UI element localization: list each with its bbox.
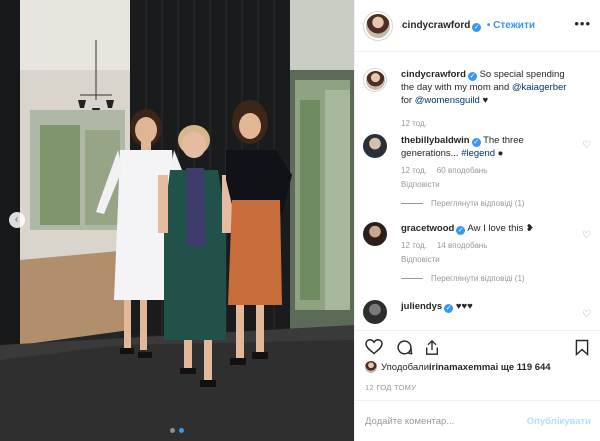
verified-badge-icon: ✓ bbox=[467, 72, 477, 81]
comment-meta: 12 тод. 60 вподобань Відповісти bbox=[401, 164, 571, 191]
mention-womensguild[interactable]: @womensguild bbox=[415, 95, 480, 106]
caption-text-3: ♥ bbox=[479, 95, 489, 106]
comments-list: cindycrawford ✓ So special spending the d… bbox=[355, 62, 600, 330]
likes-prefix: Уподобали bbox=[381, 361, 430, 373]
add-comment-bar: Опублікувати bbox=[355, 400, 600, 441]
bookmark-icon bbox=[575, 339, 589, 356]
comment-avatar[interactable] bbox=[363, 222, 387, 246]
comment-author[interactable]: thebillybaldwin bbox=[401, 135, 470, 146]
carousel-dots bbox=[0, 428, 354, 433]
follow-button[interactable]: • Стежити bbox=[487, 20, 535, 31]
comment-item: gracetwood ✓ Aw I love this ❥ 12 тод. 14 в… bbox=[363, 222, 595, 285]
author-avatar[interactable] bbox=[366, 13, 390, 38]
chevron-left-icon: ‹ bbox=[14, 214, 19, 225]
view-replies-button[interactable]: Переглянути відповіді (1) bbox=[401, 197, 571, 210]
caption: cindycrawford ✓ So special spending the d… bbox=[363, 68, 595, 130]
post-photo: ‹ bbox=[0, 0, 354, 441]
post-side-panel: cindycrawford ✓ • Стежити ••• cindycrawfo… bbox=[354, 0, 600, 441]
share-icon bbox=[426, 339, 438, 355]
view-replies-label: Переглянути відповіді (1) bbox=[431, 199, 525, 208]
comment-item: juliendys ✓ ♥♥♥ ♡ bbox=[363, 300, 595, 324]
comment-body: thebillybaldwin ✓ The three generations..… bbox=[401, 134, 571, 210]
liker-username[interactable]: irinamaxemma bbox=[429, 362, 496, 373]
reply-button[interactable]: Відповісти bbox=[401, 178, 561, 191]
caption-text-2: for bbox=[401, 95, 415, 106]
post-actions bbox=[355, 330, 600, 360]
hashtag-legend[interactable]: #legend bbox=[461, 148, 495, 159]
comment-likes[interactable]: 60 вподобань bbox=[437, 166, 488, 175]
view-replies-button[interactable]: Переглянути відповіді (1) bbox=[401, 272, 571, 285]
comment-button[interactable] bbox=[393, 336, 415, 358]
more-icon[interactable]: ••• bbox=[574, 16, 591, 31]
caption-meta: 12 тод. bbox=[401, 117, 571, 130]
caption-author[interactable]: cindycrawford bbox=[401, 69, 466, 80]
liker-avatar[interactable] bbox=[365, 361, 377, 373]
verified-badge-icon: ✓ bbox=[456, 226, 466, 235]
comment-text: Aw I love this bbox=[465, 223, 526, 234]
verified-badge-icon: ✓ bbox=[471, 138, 481, 147]
posted-time[interactable]: 12 ГОД ТОМУ bbox=[365, 383, 416, 392]
comment-item: thebillybaldwin ✓ The three generations..… bbox=[363, 134, 595, 210]
save-button[interactable] bbox=[571, 336, 593, 358]
photo-illustration bbox=[0, 0, 354, 441]
heart-icon bbox=[365, 339, 383, 355]
comment-input[interactable] bbox=[365, 415, 527, 427]
comment-icon bbox=[396, 339, 412, 355]
carousel-dot bbox=[170, 428, 175, 433]
comment-meta: 12 тод. 14 вподобань Відповісти bbox=[401, 239, 571, 266]
comment-avatar[interactable] bbox=[363, 300, 387, 324]
author-avatar-ring[interactable] bbox=[363, 10, 393, 41]
verified-badge-icon: ✓ bbox=[472, 22, 482, 32]
comment-like-heart-icon[interactable]: ♡ bbox=[582, 309, 591, 320]
share-button[interactable] bbox=[421, 336, 443, 358]
caption-avatar[interactable] bbox=[363, 68, 387, 92]
comment-author[interactable]: juliendys bbox=[401, 301, 442, 312]
carousel-dot-active bbox=[179, 428, 184, 433]
comment-emoji: ● bbox=[495, 148, 504, 159]
comment-emoji: ❥ bbox=[525, 223, 534, 234]
likes-summary: Уподобали irinamaxemma і ще 119 644 bbox=[365, 361, 551, 373]
verified-badge-icon: ✓ bbox=[444, 304, 454, 313]
publish-button[interactable]: Опублікувати bbox=[527, 416, 591, 427]
caption-body: cindycrawford ✓ So special spending the d… bbox=[401, 68, 571, 130]
comment-text: ♥♥♥ bbox=[453, 301, 473, 312]
reply-button[interactable]: Відповісти bbox=[401, 253, 561, 266]
comment-like-heart-icon[interactable]: ♡ bbox=[582, 140, 591, 151]
comment-like-heart-icon[interactable]: ♡ bbox=[582, 230, 591, 241]
caption-time[interactable]: 12 тод. bbox=[401, 119, 427, 128]
likes-suffix[interactable]: і ще 119 644 bbox=[496, 362, 551, 373]
author-username[interactable]: cindycrawford bbox=[402, 20, 470, 31]
comment-body: juliendys ✓ ♥♥♥ bbox=[401, 300, 571, 313]
like-button[interactable] bbox=[363, 336, 385, 358]
comment-avatar[interactable] bbox=[363, 134, 387, 158]
carousel-prev-button[interactable]: ‹ bbox=[9, 212, 25, 228]
comment-time[interactable]: 12 тод. bbox=[401, 241, 427, 250]
comment-likes[interactable]: 14 вподобань bbox=[437, 241, 488, 250]
mention-kaiagerber[interactable]: @kaiagerber bbox=[512, 82, 567, 93]
post-header: cindycrawford ✓ • Стежити ••• bbox=[355, 0, 600, 52]
follow-label: Стежити bbox=[493, 19, 535, 31]
comment-time[interactable]: 12 тод. bbox=[401, 166, 427, 175]
view-replies-label: Переглянути відповіді (1) bbox=[431, 274, 525, 283]
comment-author[interactable]: gracetwood bbox=[401, 223, 454, 234]
comment-body: gracetwood ✓ Aw I love this ❥ 12 тод. 14 в… bbox=[401, 222, 571, 285]
